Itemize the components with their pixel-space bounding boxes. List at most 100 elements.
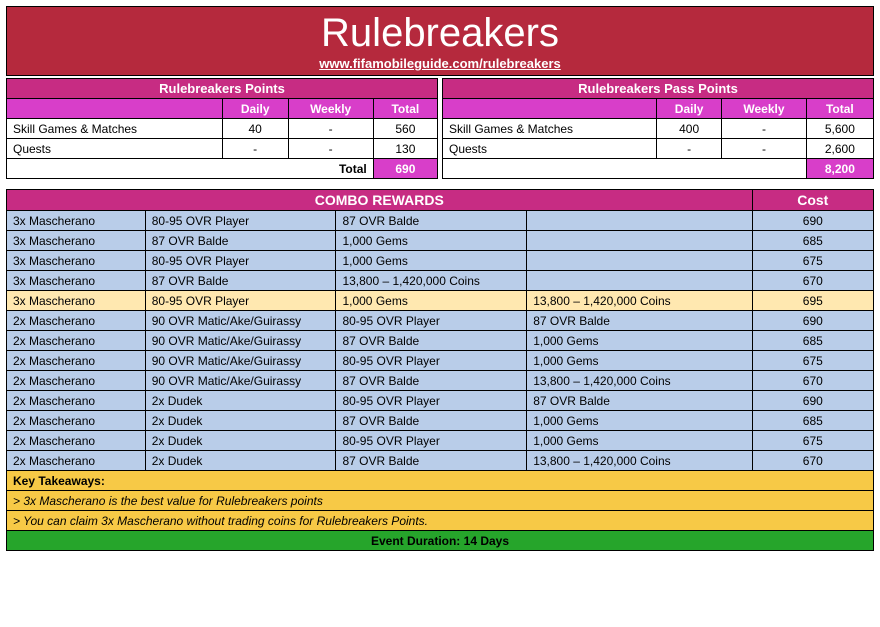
row-total: 130 bbox=[373, 139, 437, 159]
combo-cell: 3x Mascherano bbox=[7, 211, 146, 231]
duration-row: Event Duration: 14 Days bbox=[7, 531, 874, 551]
table-row: 2x Mascherano90 OVR Matic/Ake/Guirassy80… bbox=[7, 311, 874, 331]
combo-cell: 2x Mascherano bbox=[7, 331, 146, 351]
takeaway-row: > You can claim 3x Mascherano without tr… bbox=[7, 511, 874, 531]
combo-cell: 2x Mascherano bbox=[7, 411, 146, 431]
combo-cell: 1,000 Gems bbox=[527, 351, 752, 371]
combo-cost-title: Cost bbox=[752, 190, 873, 211]
takeaways-heading-row: Key Takeaways: bbox=[7, 471, 874, 491]
combo-cell: 2x Dudek bbox=[145, 451, 336, 471]
combo-cell: 80-95 OVR Player bbox=[145, 251, 336, 271]
combo-cell bbox=[527, 271, 752, 291]
combo-cell: 1,000 Gems bbox=[527, 331, 752, 351]
combo-cell: 90 OVR Matic/Ake/Guirassy bbox=[145, 351, 336, 371]
combo-cell: 1,000 Gems bbox=[527, 431, 752, 451]
combo-cost: 670 bbox=[752, 451, 873, 471]
combo-cell: 80-95 OVR Player bbox=[336, 311, 527, 331]
combo-cell: 3x Mascherano bbox=[7, 231, 146, 251]
row-weekly: - bbox=[722, 139, 807, 159]
combo-cell: 13,800 – 1,420,000 Coins bbox=[336, 271, 527, 291]
page-title: Rulebreakers bbox=[7, 11, 873, 56]
event-duration: Event Duration: 14 Days bbox=[7, 531, 874, 551]
total-row: Total 690 bbox=[7, 159, 438, 179]
col-daily: Daily bbox=[657, 99, 722, 119]
combo-cell: 87 OVR Balde bbox=[336, 211, 527, 231]
total-label bbox=[443, 159, 807, 179]
guide-link[interactable]: www.fifamobileguide.com/rulebreakers bbox=[319, 56, 561, 71]
points-left-title: Rulebreakers Points bbox=[7, 79, 438, 99]
table-row: 2x Mascherano2x Dudek87 OVR Balde1,000 G… bbox=[7, 411, 874, 431]
row-label: Quests bbox=[7, 139, 223, 159]
table-row: 2x Mascherano2x Dudek80-95 OVR Player1,0… bbox=[7, 431, 874, 451]
combo-cell: 87 OVR Balde bbox=[336, 371, 527, 391]
combo-cell: 90 OVR Matic/Ake/Guirassy bbox=[145, 371, 336, 391]
combo-cell: 2x Dudek bbox=[145, 411, 336, 431]
row-daily: 400 bbox=[657, 119, 722, 139]
points-right-title: Rulebreakers Pass Points bbox=[443, 79, 874, 99]
table-row: 2x Mascherano90 OVR Matic/Ake/Guirassy80… bbox=[7, 351, 874, 371]
combo-cost: 690 bbox=[752, 391, 873, 411]
combo-cell: 1,000 Gems bbox=[336, 291, 527, 311]
col-daily: Daily bbox=[222, 99, 288, 119]
combo-cell: 2x Mascherano bbox=[7, 431, 146, 451]
combo-cell: 90 OVR Matic/Ake/Guirassy bbox=[145, 331, 336, 351]
table-row: 2x Mascherano90 OVR Matic/Ake/Guirassy87… bbox=[7, 331, 874, 351]
table-row: 2x Mascherano2x Dudek87 OVR Balde13,800 … bbox=[7, 451, 874, 471]
table-row: Quests - - 130 bbox=[7, 139, 438, 159]
row-weekly: - bbox=[288, 139, 373, 159]
row-weekly: - bbox=[722, 119, 807, 139]
table-row: 3x Mascherano87 OVR Balde13,800 – 1,420,… bbox=[7, 271, 874, 291]
row-weekly: - bbox=[288, 119, 373, 139]
row-daily: - bbox=[657, 139, 722, 159]
table-row: 2x Mascherano2x Dudek80-95 OVR Player87 … bbox=[7, 391, 874, 411]
combo-cell: 2x Mascherano bbox=[7, 391, 146, 411]
combo-cell: 87 OVR Balde bbox=[527, 311, 752, 331]
row-daily: 40 bbox=[222, 119, 288, 139]
combo-title: COMBO REWARDS bbox=[7, 190, 753, 211]
combo-cell: 87 OVR Balde bbox=[145, 231, 336, 251]
rulebreakers-pass-points-table: Rulebreakers Pass Points Daily Weekly To… bbox=[442, 78, 874, 179]
combo-rewards-table: COMBO REWARDS Cost 3x Mascherano80-95 OV… bbox=[6, 189, 874, 551]
col-blank bbox=[443, 99, 657, 119]
combo-cell: 2x Mascherano bbox=[7, 351, 146, 371]
combo-cost: 695 bbox=[752, 291, 873, 311]
col-weekly: Weekly bbox=[288, 99, 373, 119]
col-total: Total bbox=[806, 99, 873, 119]
combo-cell: 80-95 OVR Player bbox=[145, 291, 336, 311]
combo-cell: 13,800 – 1,420,000 Coins bbox=[527, 291, 752, 311]
page: Rulebreakers www.fifamobileguide.com/rul… bbox=[0, 0, 880, 557]
combo-cell bbox=[527, 211, 752, 231]
combo-cell: 3x Mascherano bbox=[7, 251, 146, 271]
combo-cell: 2x Mascherano bbox=[7, 371, 146, 391]
combo-cell: 1,000 Gems bbox=[527, 411, 752, 431]
combo-cell: 87 OVR Balde bbox=[336, 411, 527, 431]
combo-cell bbox=[527, 251, 752, 271]
total-value: 690 bbox=[373, 159, 437, 179]
table-row: 3x Mascherano87 OVR Balde1,000 Gems685 bbox=[7, 231, 874, 251]
combo-cell: 80-95 OVR Player bbox=[145, 211, 336, 231]
combo-cell: 2x Mascherano bbox=[7, 451, 146, 471]
combo-cost: 685 bbox=[752, 331, 873, 351]
combo-cell: 80-95 OVR Player bbox=[336, 391, 527, 411]
takeaways-heading: Key Takeaways: bbox=[7, 471, 874, 491]
combo-cost: 690 bbox=[752, 211, 873, 231]
combo-cost: 675 bbox=[752, 351, 873, 371]
row-total: 2,600 bbox=[806, 139, 873, 159]
table-row: 3x Mascherano80-95 OVR Player1,000 Gems1… bbox=[7, 291, 874, 311]
takeaway-row: > 3x Mascherano is the best value for Ru… bbox=[7, 491, 874, 511]
total-value: 8,200 bbox=[806, 159, 873, 179]
title-banner: Rulebreakers www.fifamobileguide.com/rul… bbox=[6, 6, 874, 76]
points-tables-row: Rulebreakers Points Daily Weekly Total S… bbox=[6, 78, 874, 179]
col-weekly: Weekly bbox=[722, 99, 807, 119]
row-total: 5,600 bbox=[806, 119, 873, 139]
combo-cell: 1,000 Gems bbox=[336, 251, 527, 271]
combo-cell: 87 OVR Balde bbox=[336, 331, 527, 351]
combo-cell: 90 OVR Matic/Ake/Guirassy bbox=[145, 311, 336, 331]
combo-cell: 80-95 OVR Player bbox=[336, 431, 527, 451]
row-label: Skill Games & Matches bbox=[7, 119, 223, 139]
row-total: 560 bbox=[373, 119, 437, 139]
table-row: Skill Games & Matches 400 - 5,600 bbox=[443, 119, 874, 139]
combo-cell bbox=[527, 231, 752, 251]
row-daily: - bbox=[222, 139, 288, 159]
combo-cost: 685 bbox=[752, 231, 873, 251]
